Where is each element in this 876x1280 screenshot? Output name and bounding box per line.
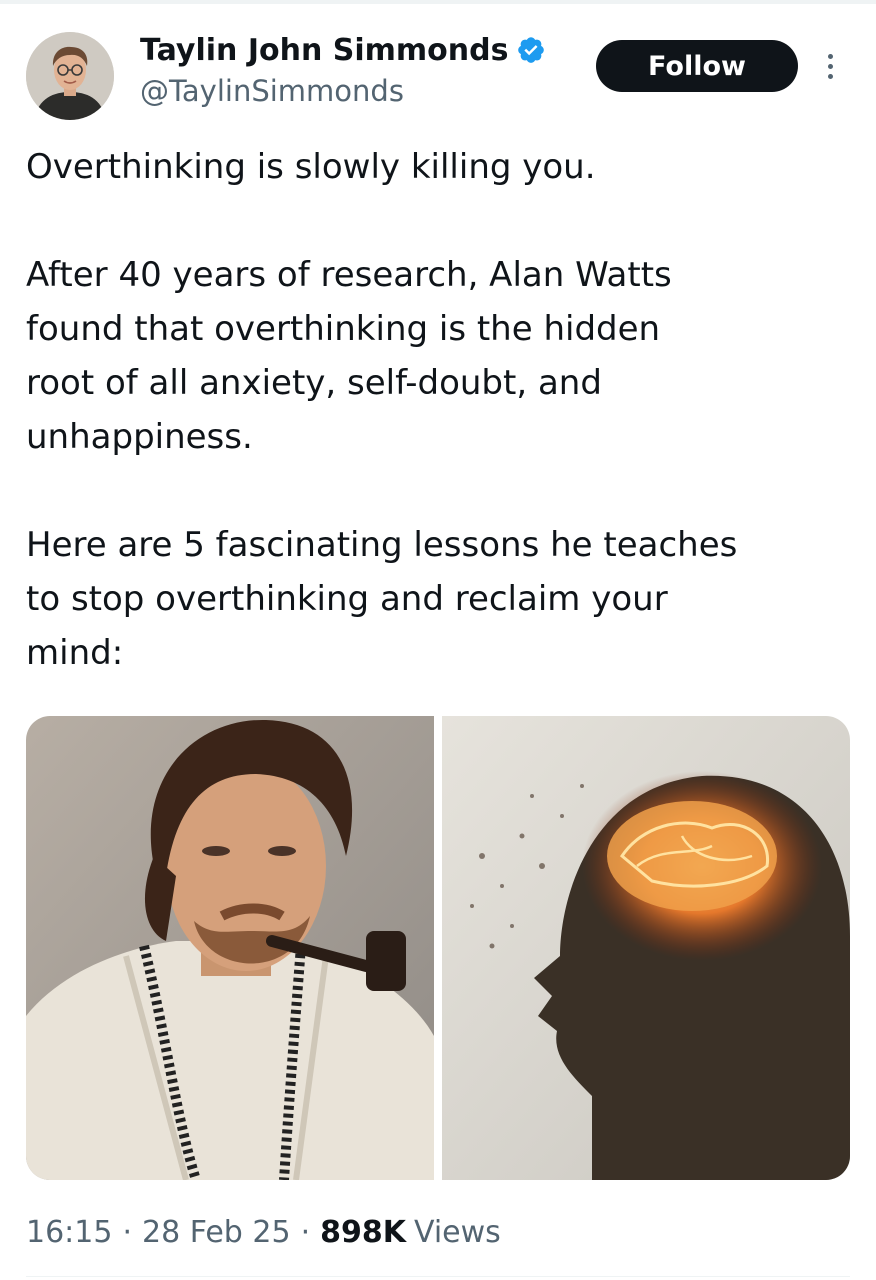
tweet-media-grid [26, 716, 850, 1180]
top-divider [0, 0, 876, 4]
portrait-photo [26, 716, 434, 1180]
tweet-paragraph: After 40 years of research, Alan Watts f… [26, 255, 672, 457]
media-photo-portrait[interactable] [26, 716, 434, 1180]
author-handle[interactable]: @TaylinSimmonds [140, 74, 404, 108]
glowing-brain-silhouette-image [442, 716, 850, 1180]
avatar[interactable] [26, 32, 114, 120]
media-photo-brain[interactable] [442, 716, 850, 1180]
more-vertical-icon[interactable] [818, 46, 842, 86]
tweet-paragraph: Overthinking is slowly killing you. [26, 147, 596, 187]
more-dot [827, 63, 833, 69]
follow-button[interactable]: Follow [596, 40, 798, 92]
tweet-meta: 16:15 · 28 Feb 25 · 898K Views [26, 1208, 501, 1256]
bottom-divider [26, 1276, 850, 1277]
meta-separator: · [122, 1214, 133, 1250]
author-display-name[interactable]: Taylin John Simmonds [140, 33, 508, 68]
tweet-paragraph: Here are 5 fascinating lessons he teache… [26, 525, 738, 673]
author-name-row: Taylin John Simmonds [140, 30, 546, 70]
tweet-text: Overthinking is slowly killing you. Afte… [26, 140, 856, 680]
avatar-photo [26, 32, 114, 120]
views-label[interactable]: Views [414, 1215, 501, 1250]
more-dot [827, 73, 833, 79]
tweet-date[interactable]: 28 Feb 25 [142, 1215, 291, 1250]
more-dot [827, 53, 833, 59]
views-count[interactable]: 898K [320, 1215, 406, 1250]
verified-badge-icon[interactable] [516, 35, 546, 65]
tweet-time[interactable]: 16:15 [26, 1215, 112, 1250]
meta-separator: · [300, 1214, 311, 1250]
